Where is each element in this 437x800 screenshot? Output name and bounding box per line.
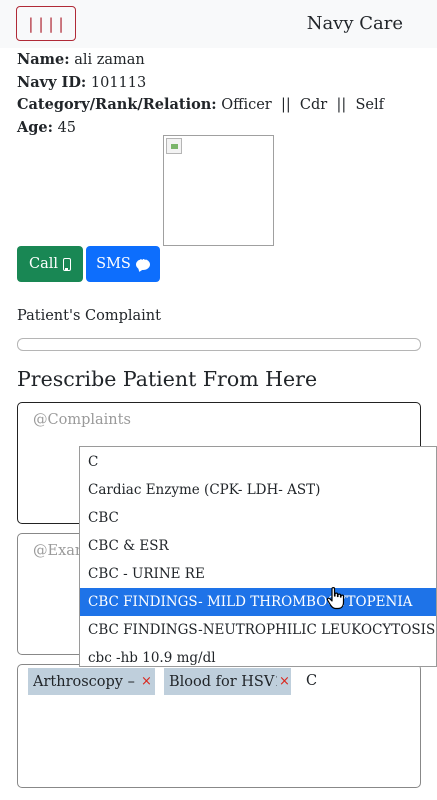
autocomplete-item[interactable]: CBC & ESR [80,532,436,560]
category-label: Category/Rank/Relation: [17,96,217,113]
mobile-phone-icon [63,257,71,271]
broken-image-icon [166,138,182,154]
age-label: Age: [17,118,53,136]
name-label: Name: [17,51,70,68]
category-value: Officer || Cdr || Self [221,97,384,113]
autocomplete-dropdown[interactable]: C Cardiac Enzyme (CPK- LDH- AST) CBC CBC… [79,446,437,667]
call-label: Call [28,256,58,272]
menu-toggle-button[interactable]: |||| [16,6,76,41]
autocomplete-item[interactable]: cbc -hb 10.9 mg/dl [80,644,436,666]
chip-label: Arthroscopy – Shoulder [33,673,139,690]
autocomplete-item-active[interactable]: CBC FINDINGS- MILD THROMBOCYTOPENIA [80,588,436,616]
navbar: |||| Navy Care [0,0,437,48]
hand-pointer-icon [326,587,345,610]
close-x-icon[interactable]: × [279,674,290,689]
patient-complaint-label: Patient's Complaint [17,308,161,324]
brand-title[interactable]: Navy Care [307,13,403,34]
name-value: ali zaman [74,52,145,68]
age-value: 45 [57,119,77,136]
prescribe-title: Prescribe Patient From Here [17,367,318,391]
autocomplete-item[interactable]: C [80,448,436,476]
autocomplete-item[interactable]: CBC FINDINGS-NEUTROPHILIC LEUKOCYTOSIS [80,616,436,644]
sms-label: SMS [96,256,131,272]
autocomplete-item[interactable]: CBC - URINE RE [80,560,436,588]
call-button[interactable]: Call [17,246,83,282]
sms-button[interactable]: SMS [86,246,160,282]
investigation-chip[interactable]: Blood for HSV1 × [164,668,291,695]
investigation-chip[interactable]: Arthroscopy – Shoulder × [28,668,155,695]
chat-bubble-icon [135,253,150,270]
close-x-icon[interactable]: × [141,674,152,689]
patient-photo [163,135,274,246]
navy-id-value: 101113 [90,74,147,91]
complaints-placeholder: @Complaints [33,412,131,428]
autocomplete-item[interactable]: CBC [80,504,436,532]
chip-label: Blood for HSV1 [169,673,277,690]
investigation-typed-text[interactable]: C [306,673,317,689]
autocomplete-item[interactable]: Cardiac Enzyme (CPK- LDH- AST) [80,476,436,504]
navy-id-label: Navy ID: [17,73,87,91]
patient-complaint-field[interactable] [17,338,421,351]
patient-info: Name: ali zaman Navy ID: 101113 Category… [17,49,384,139]
